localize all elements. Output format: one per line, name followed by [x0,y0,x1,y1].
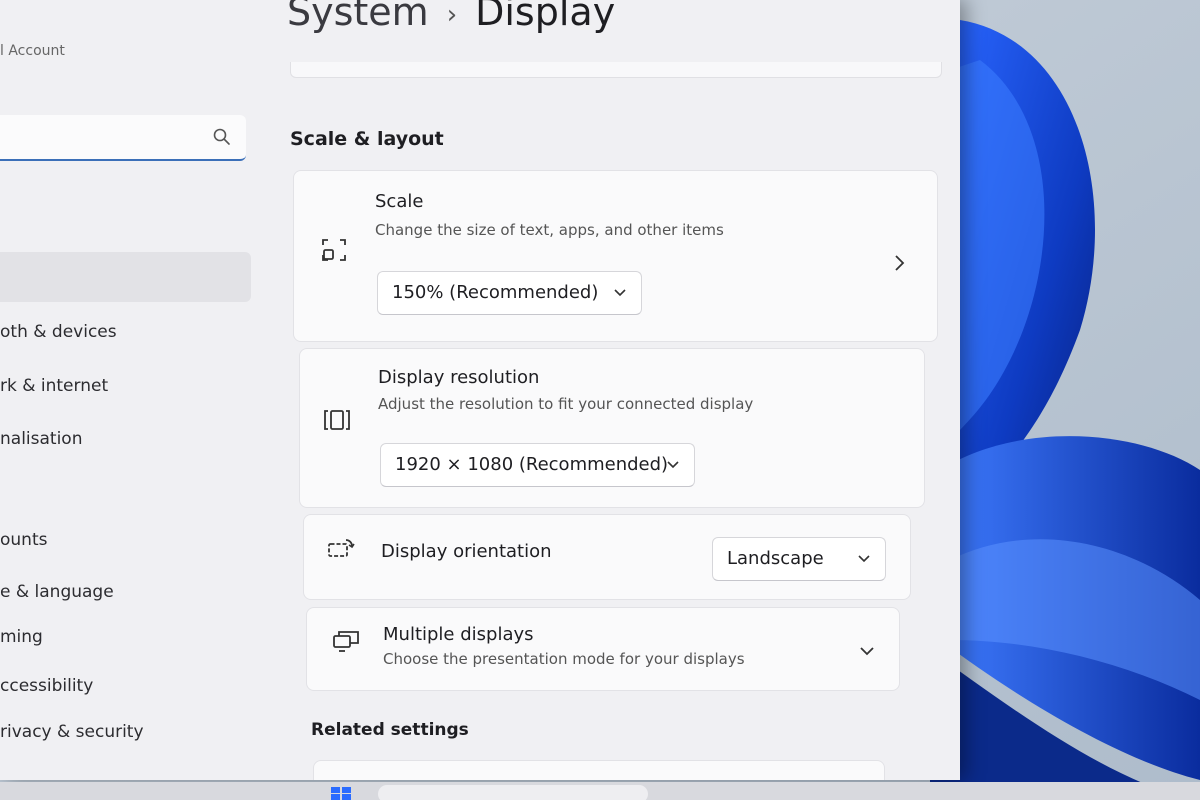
multiple-displays-card[interactable]: Multiple displays Choose the presentatio… [306,607,900,691]
display-resolution-title: Display resolution [378,367,540,388]
display-resolution-value: 1920 × 1080 (Recommended) [395,454,669,475]
sidebar-item-privacy-security[interactable]: rivacy & security [0,722,144,742]
sidebar-item-accessibility[interactable]: ccessibility [0,676,93,696]
sidebar-item-time-language[interactable]: e & language [0,582,114,602]
settings-window: l Account oth & devices rk & internet na… [0,0,960,780]
taskbar-search[interactable] [378,785,648,800]
multiple-displays-icon [333,631,359,652]
scale-dropdown-value: 150% (Recommended) [392,282,599,303]
breadcrumb: System › Display [287,0,615,34]
scale-subtitle: Change the size of text, apps, and other… [375,221,724,239]
scale-icon [322,239,346,261]
display-resolution-dropdown[interactable]: 1920 × 1080 (Recommended) [380,443,695,487]
chevron-down-icon [614,289,626,297]
multiple-displays-subtitle: Choose the presentation mode for your di… [383,650,745,668]
display-resolution-card: Display resolution Adjust the resolution… [299,348,925,508]
chevron-down-icon [858,555,870,563]
chevron-down-icon [667,461,679,469]
multiple-displays-title: Multiple displays [383,624,534,645]
chevron-right-icon[interactable] [892,253,906,273]
related-settings-card[interactable] [313,760,885,780]
breadcrumb-separator: › [446,0,458,30]
sidebar-item-gaming[interactable]: ming [0,627,43,647]
sidebar-item-accounts[interactable]: ounts [0,530,47,550]
page-title: Display [475,0,616,34]
scale-card[interactable]: Scale Change the size of text, apps, and… [293,170,938,342]
resolution-icon [324,410,350,430]
scale-title: Scale [375,191,424,212]
display-orientation-dropdown[interactable]: Landscape [712,537,886,581]
search-input[interactable] [0,115,246,161]
breadcrumb-system[interactable]: System [287,0,429,34]
start-icon[interactable] [330,786,352,800]
orientation-icon [328,539,355,557]
section-title-scale-layout: Scale & layout [290,128,444,150]
chevron-down-icon[interactable] [859,645,875,657]
display-resolution-subtitle: Adjust the resolution to fit your connec… [378,395,754,413]
related-settings-heading: Related settings [311,720,469,740]
display-orientation-value: Landscape [727,548,824,569]
sidebar-item-personalisation[interactable]: nalisation [0,429,82,449]
sidebar: l Account oth & devices rk & internet na… [0,0,260,780]
display-orientation-title: Display orientation [381,541,552,562]
sidebar-item-bluetooth-devices[interactable]: oth & devices [0,322,117,342]
previous-card-edge [290,62,942,78]
taskbar [0,782,1200,800]
account-label: l Account [0,43,65,59]
scale-dropdown[interactable]: 150% (Recommended) [377,271,642,315]
sidebar-item-network-internet[interactable]: rk & internet [0,376,108,396]
display-orientation-card: Display orientation Landscape [303,514,911,600]
search-icon [213,128,230,145]
sidebar-item-system-selected[interactable] [0,252,251,302]
